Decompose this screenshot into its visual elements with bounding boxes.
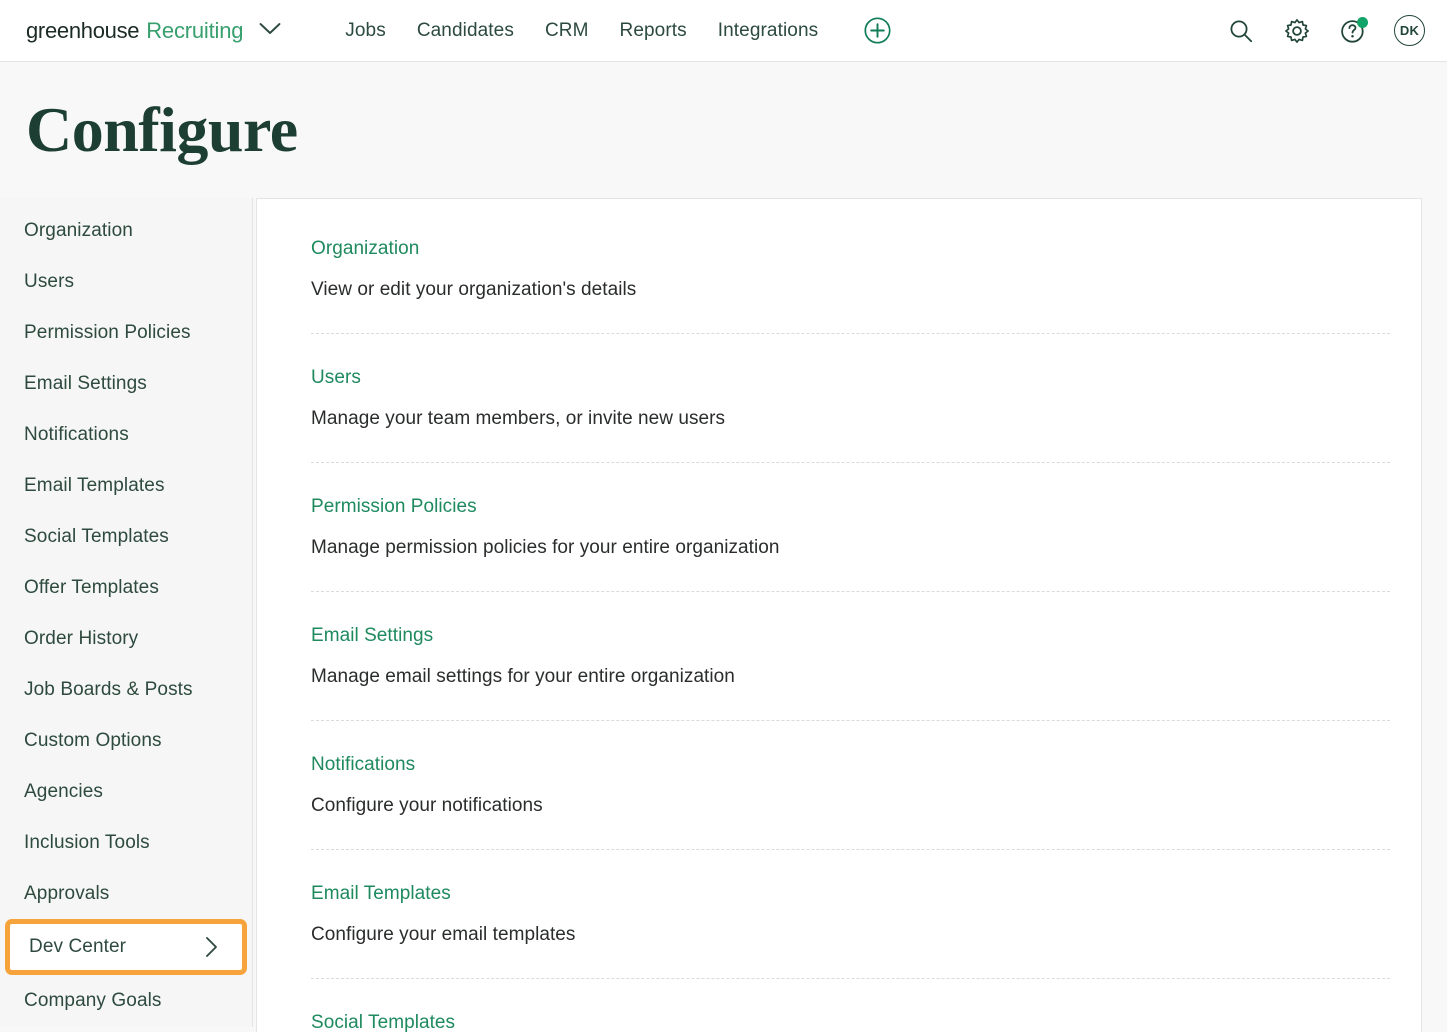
sidebar-item-label: Approvals [24,882,110,904]
sidebar-item-label: Offer Templates [24,576,159,598]
nav-link-candidates[interactable]: Candidates [417,20,514,42]
chevron-right-icon [205,936,218,958]
config-link-organization[interactable]: Organization [311,238,419,260]
sidebar-item-label: Order History [24,627,139,649]
sidebar-item-email-templates[interactable]: Email Templates [0,460,252,511]
sidebar-item-label: Inclusion Tools [24,831,150,853]
sidebar-item-label: Organization [24,219,133,241]
sidebar-item-permission-policies[interactable]: Permission Policies [0,307,252,358]
config-row-notifications: Notifications Configure your notificatio… [311,721,1390,851]
search-icon[interactable] [1226,16,1256,46]
nav-link-crm[interactable]: CRM [545,20,589,42]
config-row-email-settings: Email Settings Manage email settings for… [311,592,1390,722]
avatar[interactable]: DK [1394,15,1425,46]
config-link-email-settings[interactable]: Email Settings [311,625,433,647]
config-link-email-templates[interactable]: Email Templates [311,883,451,905]
brand-logo[interactable]: greenhouse Recruiting [26,18,281,44]
sidebar-item-label: Job Boards & Posts [24,678,193,700]
sidebar-item-label: Users [24,270,75,292]
sidebar-item-custom-options[interactable]: Custom Options [0,715,252,766]
config-row-permission-policies: Permission Policies Manage permission po… [311,463,1390,593]
sidebar-item-company-goals[interactable]: Company Goals [0,975,252,1026]
sidebar-item-offer-templates[interactable]: Offer Templates [0,562,252,613]
config-description: Manage email settings for your entire or… [311,666,735,688]
config-description: View or edit your organization's details [311,279,637,301]
sidebar-item-label: Custom Options [24,729,162,751]
sidebar-item-label: Social Templates [24,525,169,547]
page-title: Configure [26,94,298,165]
nav-link-integrations[interactable]: Integrations [718,20,819,42]
config-row-users: Users Manage your team members, or invit… [311,334,1390,464]
brand-primary-text: greenhouse [26,17,140,43]
primary-nav-links: Jobs Candidates CRM Reports Integrations [345,20,818,42]
nav-link-jobs[interactable]: Jobs [345,20,386,42]
plus-circle-icon[interactable] [864,17,891,44]
sidebar-item-job-boards-and-posts[interactable]: Job Boards & Posts [0,664,252,715]
sidebar-item-approvals[interactable]: Approvals [0,868,252,919]
notification-dot [1357,16,1368,28]
sidebar-item-email-settings[interactable]: Email Settings [0,358,252,409]
sidebar-item-label: Notifications [24,423,129,445]
sidebar-item-organization[interactable]: Organization [0,205,252,256]
sidebar-item-social-templates[interactable]: Social Templates [0,511,252,562]
nav-link-reports[interactable]: Reports [620,20,687,42]
sidebar-item-users[interactable]: Users [0,256,252,307]
configure-options-card: Organization View or edit your organizat… [256,198,1422,1032]
config-link-users[interactable]: Users [311,367,361,389]
config-row-organization: Organization View or edit your organizat… [311,199,1390,335]
sidebar-item-label: Email Settings [24,372,147,394]
page-body: Organization Users Permission Policies E… [0,198,1447,1032]
config-row-email-templates: Email Templates Configure your email tem… [311,850,1390,980]
sidebar-item-label: Email Templates [24,474,165,496]
sidebar-item-notifications[interactable]: Notifications [0,409,252,460]
gear-icon[interactable] [1282,16,1312,46]
sidebar-item-dev-center[interactable]: Dev Center [5,919,247,976]
configure-sidebar: Organization Users Permission Policies E… [0,198,253,1028]
sidebar-item-order-history[interactable]: Order History [0,613,252,664]
brand-secondary-text: Recruiting [146,17,244,43]
config-row-social-templates: Social Templates Configure your social m… [311,979,1390,1032]
config-link-notifications[interactable]: Notifications [311,754,415,776]
sidebar-item-label: Company Goals [24,989,162,1011]
config-link-social-templates[interactable]: Social Templates [311,1012,455,1032]
top-navigation-bar: greenhouse Recruiting Jobs Candidates CR… [0,0,1447,62]
sidebar-item-label: Agencies [24,780,103,802]
config-description: Manage your team members, or invite new … [311,408,726,430]
config-description: Configure your email templates [311,924,576,946]
config-link-permission-policies[interactable]: Permission Policies [311,496,477,518]
config-description: Configure your notifications [311,795,543,817]
chevron-down-icon[interactable] [259,22,281,40]
config-description: Manage permission policies for your enti… [311,537,780,559]
help-circle-icon[interactable] [1338,16,1368,46]
sidebar-item-label: Dev Center [29,936,127,958]
sidebar-item-label: Permission Policies [24,321,191,343]
sidebar-item-agencies[interactable]: Agencies [0,766,252,817]
nav-actions: DK [1226,15,1425,46]
main-content-column: Organization View or edit your organizat… [253,198,1447,1032]
sidebar-item-inclusion-tools[interactable]: Inclusion Tools [0,817,252,868]
